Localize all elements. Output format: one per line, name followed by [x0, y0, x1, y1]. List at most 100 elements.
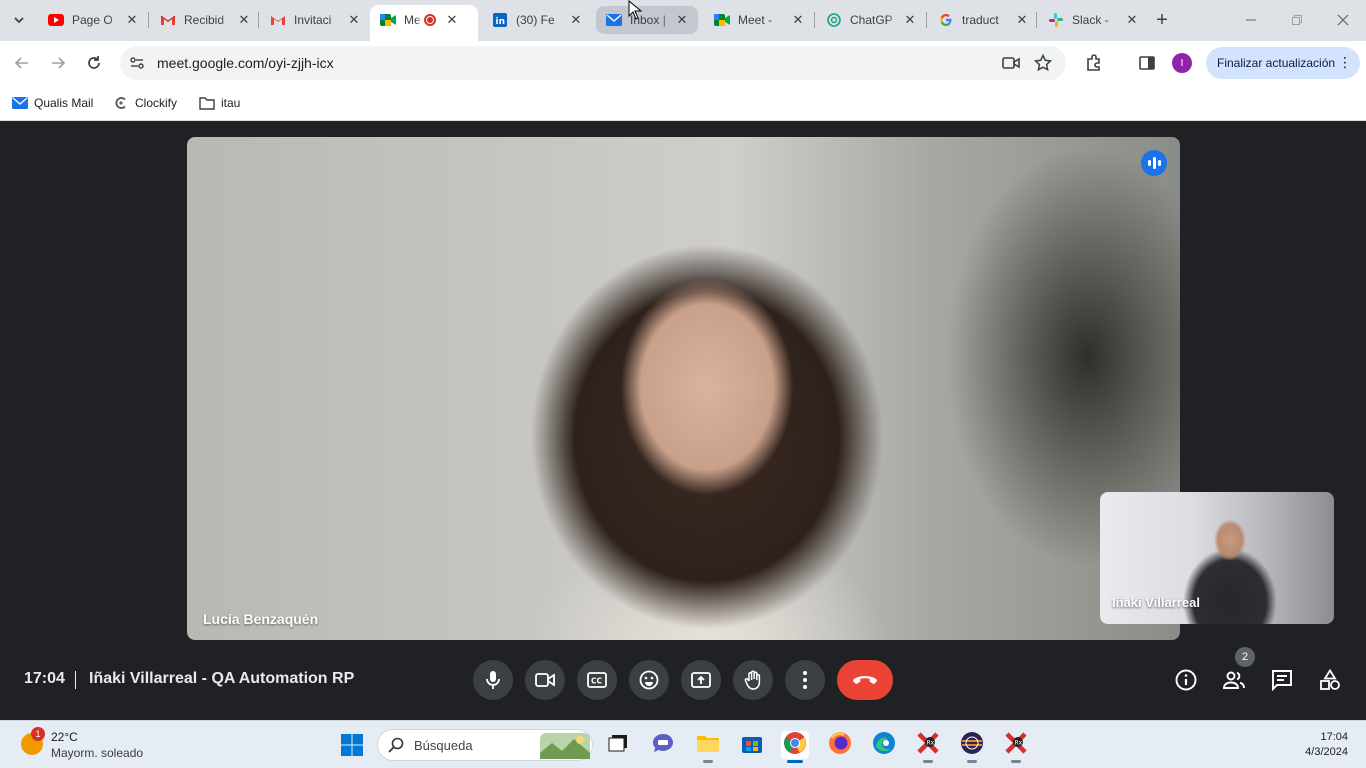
leave-call-button[interactable] — [837, 660, 893, 700]
present-screen-icon — [691, 672, 711, 688]
close-icon[interactable]: ✕ — [674, 12, 690, 28]
close-icon[interactable]: ✕ — [236, 12, 252, 28]
new-tab-button[interactable]: + — [1150, 8, 1174, 32]
running-indicator — [787, 760, 803, 763]
reactions-button[interactable] — [629, 660, 669, 700]
taskbar-edge[interactable] — [870, 731, 898, 759]
close-icon[interactable]: ✕ — [568, 12, 584, 28]
url-text[interactable]: meet.google.com/oyi-zjjh-icx — [157, 55, 334, 71]
taskbar-firefox[interactable] — [826, 731, 854, 759]
tab-chatgpt[interactable]: ChatGP ✕ — [816, 6, 926, 34]
more-options-button[interactable] — [785, 660, 825, 700]
taskbar-file-explorer[interactable] — [694, 731, 722, 763]
weather-temperature[interactable]: 22°C — [51, 730, 78, 744]
close-icon[interactable]: ✕ — [1124, 12, 1140, 28]
search-icon — [388, 737, 404, 758]
bookmark-qualis-mail[interactable]: Qualis Mail — [12, 92, 93, 114]
close-icon[interactable]: ✕ — [790, 12, 806, 28]
camera-button[interactable] — [525, 660, 565, 700]
tab-search-button[interactable] — [6, 7, 32, 33]
close-icon[interactable]: ✕ — [902, 12, 918, 28]
taskbar-chrome[interactable] — [781, 731, 809, 763]
tab-title: Recibid — [184, 13, 225, 27]
side-panel-icon — [1139, 56, 1155, 70]
chrome-icon — [783, 731, 807, 760]
taskbar-app-rx-1[interactable]: Rx — [914, 731, 942, 763]
hand-icon — [744, 670, 761, 690]
site-settings-icon[interactable] — [129, 55, 145, 76]
reload-button[interactable] — [80, 49, 108, 77]
tab-title: (30) Fe — [516, 13, 555, 27]
svg-text:Rx: Rx — [1015, 739, 1023, 746]
close-icon[interactable]: ✕ — [124, 12, 140, 28]
windows-taskbar: 1 22°C Mayorm. soleado Búsqueda Rx Rx 17… — [0, 720, 1366, 768]
meeting-details-button[interactable] — [1170, 664, 1202, 696]
self-participant-name: Iñaki Villarreal — [1112, 595, 1200, 610]
weather-condition[interactable]: Mayorm. soleado — [51, 746, 143, 760]
tab-google-traductor[interactable]: traduct ✕ — [928, 6, 1038, 34]
puzzle-icon — [1087, 54, 1100, 71]
close-icon[interactable]: ✕ — [346, 12, 362, 28]
tab-gmail-invitacion[interactable]: Invitaci ✕ — [260, 6, 370, 34]
bookmark-star-icon[interactable] — [1033, 53, 1053, 77]
taskbar-search[interactable]: Búsqueda — [377, 729, 593, 761]
captions-button[interactable]: CC — [577, 660, 617, 700]
people-icon — [1223, 671, 1245, 689]
chat-button[interactable] — [1266, 664, 1298, 696]
profile-avatar[interactable]: I — [1172, 53, 1192, 73]
bookmark-label: Clockify — [135, 96, 178, 110]
taskbar-task-view[interactable] — [604, 731, 632, 759]
search-placeholder: Búsqueda — [414, 738, 473, 753]
taskbar-teams-chat[interactable] — [649, 731, 677, 759]
taskbar-app-rx-2[interactable]: Rx — [1002, 731, 1030, 763]
tab-title: Slack - — [1072, 13, 1109, 27]
close-icon[interactable]: ✕ — [444, 12, 460, 28]
meeting-title: Iñaki Villarreal - QA Automation RP — [89, 670, 355, 687]
reload-icon — [88, 56, 100, 69]
taskbar-store[interactable] — [738, 731, 766, 759]
tab-slack[interactable]: Slack - ✕ — [1038, 6, 1148, 34]
bookmark-folder-itau[interactable]: itau — [199, 92, 240, 114]
tab-meet[interactable]: Meet - ✕ — [704, 6, 814, 34]
tab-inbox[interactable]: Inbox | ✕ — [596, 6, 698, 34]
bookmark-label: Qualis Mail — [34, 96, 94, 110]
tab-meet-active[interactable]: Me ✕ — [370, 5, 478, 41]
divider — [75, 671, 76, 689]
system-clock[interactable]: 17:04 4/3/2024 — [1305, 730, 1348, 760]
extensions-button[interactable] — [1080, 49, 1108, 77]
tab-youtube[interactable]: Page O ✕ — [38, 6, 148, 34]
minimize-button[interactable] — [1228, 0, 1274, 40]
linkedin-icon: in — [492, 12, 508, 28]
speaking-indicator-icon — [1141, 150, 1167, 176]
microphone-button[interactable] — [473, 660, 513, 700]
bookmark-clockify[interactable]: Clockify — [113, 92, 177, 114]
close-icon — [1337, 14, 1349, 26]
self-view-video[interactable]: Iñaki Villarreal — [1100, 492, 1334, 624]
main-participant-video[interactable]: Lucía Benzaquén — [187, 137, 1180, 640]
side-panel-button[interactable] — [1133, 49, 1161, 77]
start-button[interactable] — [338, 731, 366, 759]
svg-text:in: in — [496, 17, 506, 27]
eclipse-icon — [960, 731, 984, 760]
activities-button[interactable] — [1314, 664, 1346, 696]
google-icon — [938, 12, 954, 28]
camera-in-use-icon[interactable] — [1002, 55, 1020, 76]
present-screen-button[interactable] — [681, 660, 721, 700]
finish-update-button[interactable]: Finalizar actualización ⋮ — [1206, 47, 1360, 79]
tab-linkedin[interactable]: in (30) Fe ✕ — [482, 6, 592, 34]
address-bar[interactable]: meet.google.com/oyi-zjjh-icx — [120, 46, 1066, 80]
running-indicator — [1011, 760, 1021, 763]
chat-bubble-icon — [651, 732, 675, 759]
raise-hand-button[interactable] — [733, 660, 773, 700]
restore-button[interactable] — [1274, 0, 1320, 40]
tab-gmail-recibidos[interactable]: Recibid ✕ — [150, 6, 260, 34]
people-button[interactable] — [1218, 664, 1250, 696]
back-button[interactable] — [8, 49, 36, 77]
close-window-button[interactable] — [1320, 0, 1366, 40]
taskbar-eclipse[interactable] — [958, 731, 986, 763]
folder-icon — [696, 733, 720, 758]
close-icon[interactable]: ✕ — [1014, 12, 1030, 28]
forward-button[interactable] — [44, 49, 72, 77]
update-label: Finalizar actualización — [1217, 56, 1336, 70]
tab-strip: Page O ✕ Recibid ✕ Invitaci ✕ Me ✕ in (3… — [0, 0, 1366, 41]
